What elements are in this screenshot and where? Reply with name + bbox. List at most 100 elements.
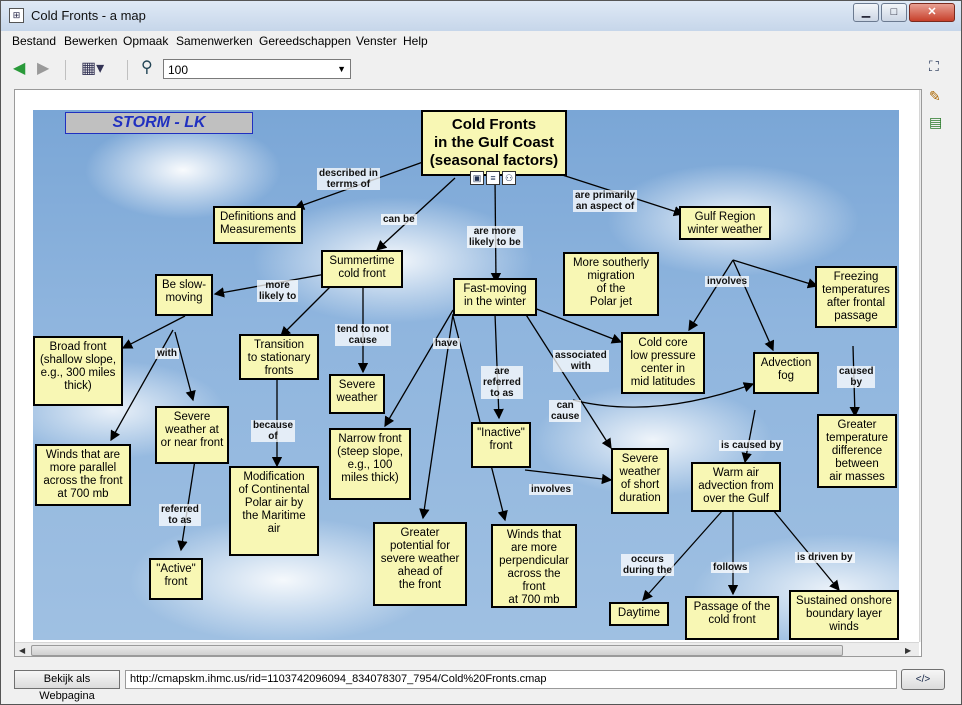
node-inactive-front[interactable]: "Inactive" front	[471, 422, 531, 468]
node-greater-potential[interactable]: Greater potential for severe weather ahe…	[373, 522, 467, 606]
node-label: Severe weather at or near front	[160, 411, 224, 449]
app-window: ⊞ Cold Fronts - a map ▁ □ ✕ Bestand Bewe…	[0, 0, 962, 705]
link-because-of[interactable]: because of	[251, 420, 296, 442]
link-tend-to-not[interactable]: tend to not cause	[335, 324, 391, 346]
link-involves-top[interactable]: involves	[705, 276, 750, 287]
scroll-left-icon[interactable]: ◀	[19, 646, 25, 655]
menu-samenwerken[interactable]: Samenwerken	[176, 34, 253, 48]
network-icon[interactable]: ⛶	[929, 57, 939, 75]
node-label: Freezing temperatures after frontal pass…	[822, 271, 890, 322]
node-severe-near[interactable]: Severe weather at or near front	[155, 406, 229, 464]
menu-bestand[interactable]: Bestand	[12, 34, 56, 48]
node-daytime[interactable]: Daytime	[609, 602, 669, 626]
concept-map-icon: ⊞	[9, 8, 24, 23]
node-label: Winds that are more perpendicular across…	[499, 529, 569, 606]
link-caused-by[interactable]: caused by	[837, 366, 876, 388]
node-passage[interactable]: Passage of the cold front	[685, 596, 779, 640]
node-sustained[interactable]: Sustained onshore boundary layer winds	[789, 590, 899, 640]
menu-opmaak[interactable]: Opmaak	[123, 34, 168, 48]
menu-bewerken[interactable]: Bewerken	[64, 34, 117, 48]
minimize-button[interactable]: ▁	[853, 3, 879, 22]
zoom-select[interactable]: 100 ▼	[163, 59, 351, 79]
submap-icon[interactable]: ⚇	[502, 171, 516, 186]
back-arrow-icon[interactable]: ◀	[13, 60, 25, 78]
status-bar: Bekijk als Webpagina http://cmapskm.ihmc…	[1, 665, 961, 702]
node-label: Winds that are more parallel across the …	[43, 449, 123, 500]
node-freezing[interactable]: Freezing temperatures after frontal pass…	[815, 266, 897, 328]
paint-icon[interactable]: ✎	[929, 87, 941, 105]
node-label: Transition to stationary fronts	[247, 339, 311, 377]
link-with[interactable]: with	[155, 348, 179, 359]
close-button[interactable]: ✕	[909, 3, 955, 22]
node-label: Advection fog	[760, 357, 812, 382]
node-active-front[interactable]: "Active" front	[149, 558, 203, 600]
node-severe-weather[interactable]: Severe weather	[329, 374, 385, 414]
node-label: Be slow- moving	[161, 279, 207, 304]
view-as-webpage-button[interactable]: Bekijk als Webpagina	[14, 670, 120, 702]
node-summertime[interactable]: Summertime cold front	[321, 250, 403, 288]
node-severe-short[interactable]: Severe weather of short duration	[611, 448, 669, 514]
notes-icon[interactable]: ▤	[929, 113, 942, 131]
node-transition[interactable]: Transition to stationary fronts	[239, 334, 319, 380]
chevron-down-icon: ▼	[337, 64, 346, 74]
node-label: Cold core low pressure center in mid lat…	[630, 337, 696, 388]
horizontal-scrollbar[interactable]: ◀ ▶	[15, 642, 919, 656]
maximize-button[interactable]: □	[881, 3, 907, 22]
storm-label[interactable]: STORM - LK	[65, 112, 253, 134]
node-label: Broad front (shallow slope, e.g., 300 mi…	[39, 341, 117, 392]
vertical-scrollbar[interactable]: ▲ ▼	[919, 90, 921, 642]
node-label: Greater temperature difference between a…	[825, 419, 888, 483]
map-view-icon[interactable]: ▦▾	[81, 60, 104, 78]
link-occurs-during[interactable]: occurs during the	[621, 554, 674, 576]
link-is-driven-by[interactable]: is driven by	[795, 552, 855, 563]
link-involves-bottom[interactable]: involves	[529, 484, 574, 495]
node-warm-air[interactable]: Warm air advection from over the Gulf	[691, 462, 781, 512]
node-more-southerly[interactable]: More southerly migration of the Polar je…	[563, 252, 659, 316]
image-icon[interactable]: ▣	[470, 171, 484, 186]
node-cold-core[interactable]: Cold core low pressure center in mid lat…	[621, 332, 705, 394]
url-field[interactable]: http://cmapskm.ihmc.us/rid=1103742096094…	[125, 670, 897, 689]
link-described-in[interactable]: described in terrms of	[317, 168, 380, 190]
link-follows[interactable]: follows	[711, 562, 750, 573]
menu-gereedschappen[interactable]: Gereedschappen	[259, 34, 351, 48]
node-winds-perpendicular[interactable]: Winds that are more perpendicular across…	[491, 524, 577, 608]
node-label: Sustained onshore boundary layer winds	[796, 595, 892, 633]
concept-map[interactable]: STORM - LK Cold Fronts in the Gulf Coast…	[33, 110, 899, 640]
node-narrow-front[interactable]: Narrow front (steep slope, e.g., 100 mil…	[329, 428, 411, 500]
scroll-right-icon[interactable]: ▶	[905, 646, 911, 655]
node-fast-moving[interactable]: Fast-moving in the winter	[453, 278, 537, 316]
node-modification[interactable]: Modification of Continental Polar air by…	[229, 466, 319, 556]
toolbar: ◀ ▶ ▦▾ ⚲ 100 ▼	[1, 53, 961, 85]
node-broad-front[interactable]: Broad front (shallow slope, e.g., 300 mi…	[33, 336, 123, 406]
node-label: Modification of Continental Polar air by…	[238, 471, 310, 535]
node-cold-fronts[interactable]: Cold Fronts in the Gulf Coast (seasonal …	[421, 110, 567, 176]
link-is-caused-by[interactable]: is caused by	[719, 440, 784, 451]
scroll-thumb[interactable]	[31, 645, 843, 656]
node-label: "Inactive" front	[477, 427, 525, 452]
menu-venster[interactable]: Venster	[356, 34, 397, 48]
link-are-more-likely[interactable]: are more likely to be	[467, 226, 523, 248]
node-gulf-region[interactable]: Gulf Region winter weather	[679, 206, 771, 240]
link-are-primarily[interactable]: are primarily an aspect of	[573, 190, 638, 212]
menu-help[interactable]: Help	[403, 34, 428, 48]
node-label: Greater potential for severe weather ahe…	[380, 527, 460, 591]
map-canvas[interactable]: STORM - LK Cold Fronts in the Gulf Coast…	[14, 89, 922, 657]
node-winds-parallel[interactable]: Winds that are more parallel across the …	[35, 444, 131, 506]
text-icon[interactable]: ≡	[486, 171, 500, 186]
node-slow-moving[interactable]: Be slow- moving	[155, 274, 213, 316]
zoom-icon[interactable]: ⚲	[141, 59, 153, 77]
node-definitions[interactable]: Definitions and Measurements	[213, 206, 303, 244]
link-more-likely-to[interactable]: more likely to	[257, 280, 299, 302]
forward-arrow-icon[interactable]: ▶	[37, 60, 49, 78]
link-can-be[interactable]: can be	[381, 214, 417, 225]
link-can-cause[interactable]: can cause	[549, 400, 582, 422]
title-bar[interactable]: ⊞ Cold Fronts - a map ▁ □ ✕	[1, 1, 961, 31]
link-have[interactable]: have	[433, 338, 460, 349]
source-code-button[interactable]: </>	[901, 669, 945, 690]
link-associated-with[interactable]: associated with	[553, 350, 609, 372]
link-are-referred[interactable]: are referred to as	[481, 366, 523, 399]
link-referred-to-as[interactable]: referred to as	[159, 504, 201, 526]
node-advection-fog[interactable]: Advection fog	[753, 352, 819, 394]
node-greater-temp[interactable]: Greater temperature difference between a…	[817, 414, 897, 488]
node-label: Cold Fronts in the Gulf Coast (seasonal …	[429, 116, 559, 169]
